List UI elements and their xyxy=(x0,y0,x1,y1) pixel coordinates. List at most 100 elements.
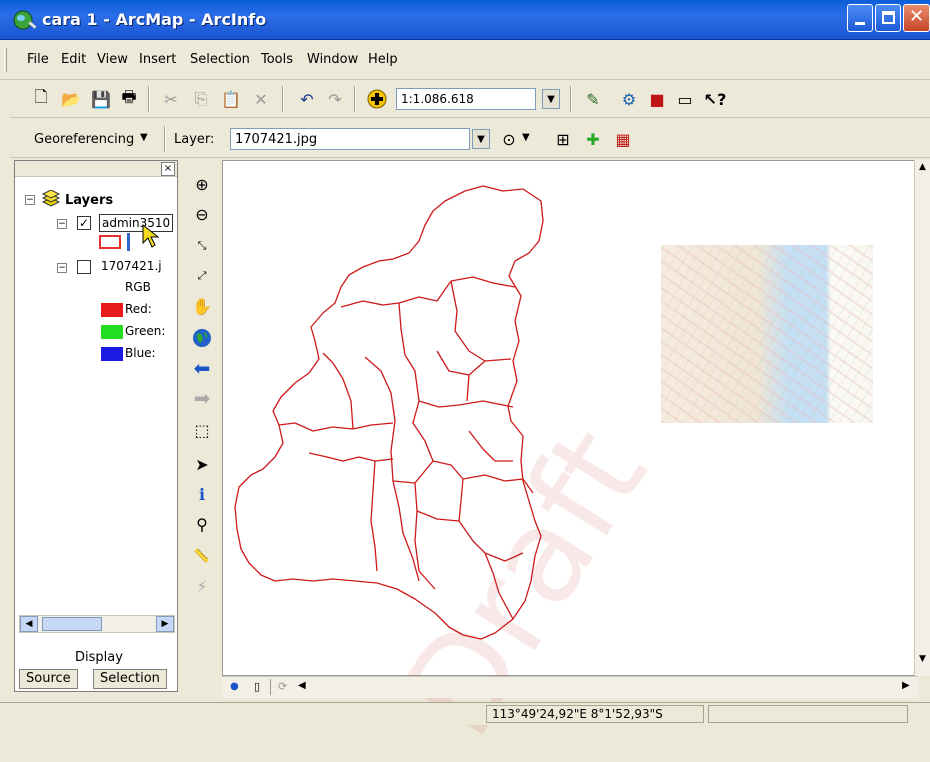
green-band-label: Green: xyxy=(125,324,166,338)
toc-close-icon[interactable]: × xyxy=(161,162,175,176)
find-binoculars-icon[interactable]: ⚲ xyxy=(190,512,214,536)
separator xyxy=(164,126,166,152)
window-title: cara 1 - ArcMap - ArcInfo xyxy=(42,10,267,29)
refresh-icon[interactable]: ⟳ xyxy=(278,680,287,693)
link-table-icon[interactable]: ▦ xyxy=(612,128,634,150)
scroll-thumb[interactable] xyxy=(42,617,102,631)
scroll-left-icon[interactable]: ◀ xyxy=(298,680,306,691)
collapse-icon[interactable]: − xyxy=(57,219,67,229)
toc-titlebar xyxy=(15,161,177,177)
scale-dropdown-icon[interactable]: ▼ xyxy=(542,89,560,109)
tab-source[interactable]: Source xyxy=(19,669,78,689)
separator xyxy=(570,86,572,112)
layer-visibility-checkbox[interactable] xyxy=(77,260,91,274)
add-data-icon[interactable] xyxy=(366,88,388,110)
blue-band-swatch xyxy=(101,347,123,361)
identify-icon[interactable]: ℹ xyxy=(190,482,214,506)
menu-tools[interactable]: Tools xyxy=(261,52,293,67)
pan-hand-icon[interactable]: ✋ xyxy=(190,294,214,318)
menu-file[interactable]: File xyxy=(27,52,49,67)
separator xyxy=(148,86,150,112)
collapse-icon[interactable]: − xyxy=(25,195,35,205)
measure-icon[interactable]: 📏 xyxy=(190,544,214,568)
fixed-zoom-in-icon[interactable]: ⤡ xyxy=(190,234,214,258)
save-icon[interactable]: 💾 xyxy=(90,88,112,110)
green-band-swatch xyxy=(101,325,123,339)
fixed-zoom-out-icon[interactable]: ⤢ xyxy=(190,264,214,288)
status-panel xyxy=(708,705,908,723)
layout-view-icon[interactable]: ▯ xyxy=(254,680,260,693)
georeferencing-toolbar: Georeferencing ▼ Layer: 1707421.jpg ▼ ⊙ … xyxy=(10,120,930,158)
map-display[interactable]: Draft xyxy=(222,160,918,762)
zoom-out-icon[interactable]: ⊖ xyxy=(190,202,214,226)
menu-help[interactable]: Help xyxy=(368,52,398,67)
close-button[interactable]: ✕ xyxy=(903,4,930,32)
menu-view[interactable]: View xyxy=(97,52,128,67)
menu-window[interactable]: Window xyxy=(307,52,358,67)
rgb-label: RGB xyxy=(125,280,151,294)
map-scale-input[interactable]: 1:1.086.618 xyxy=(396,88,536,110)
rotate-icon[interactable]: ⊙ xyxy=(498,128,520,150)
red-band-label: Red: xyxy=(125,302,152,316)
polygon-symbol[interactable] xyxy=(99,235,121,249)
hyperlink-icon[interactable]: ⚡ xyxy=(190,574,214,598)
scroll-right-icon[interactable]: ▶ xyxy=(902,680,910,691)
redo-icon[interactable]: ↷ xyxy=(324,88,346,110)
tools-toolbar: ⊕ ⊖ ⤡ ⤢ ✋ ⬅ ➡ ⬚ ➤ ℹ ⚲ 📏 ⚡ xyxy=(184,164,220,694)
full-extent-globe-icon[interactable] xyxy=(190,326,214,350)
menu-selection[interactable]: Selection xyxy=(190,52,250,67)
editor-toolbar-icon[interactable]: ✎ xyxy=(582,88,604,110)
command-line-icon[interactable]: ▭ xyxy=(674,88,696,110)
toc-horizontal-scrollbar[interactable]: ◀ ▶ xyxy=(19,615,175,633)
delete-icon[interactable]: ✕ xyxy=(250,88,272,110)
layer-label: Layer: xyxy=(174,132,215,147)
scroll-up-icon[interactable]: ▲ xyxy=(916,162,929,172)
whats-this-icon[interactable]: ↖? xyxy=(704,88,727,110)
scroll-down-icon[interactable]: ▼ xyxy=(916,654,929,664)
map-horizontal-scrollbar[interactable]: ● ▯ ⟳ ◀ ▶ xyxy=(222,676,918,698)
scroll-left-icon[interactable]: ◀ xyxy=(20,616,38,632)
cut-icon[interactable]: ✂ xyxy=(160,88,182,110)
new-document-icon[interactable]: 🗋 xyxy=(30,87,52,110)
previous-extent-icon[interactable]: ⬅ xyxy=(190,356,214,380)
zoom-in-icon[interactable]: ⊕ xyxy=(190,172,214,196)
layer-name-admin[interactable]: admin3510 xyxy=(99,214,174,232)
mouse-pointer-icon xyxy=(142,223,160,248)
maximize-button[interactable] xyxy=(875,4,901,32)
arctoolbox-icon[interactable]: ⚙ xyxy=(618,88,640,110)
copy-icon[interactable]: ⎘ xyxy=(190,88,212,110)
separator xyxy=(270,679,271,695)
text-cursor xyxy=(127,233,130,251)
table-of-contents: × − Layers − ✓ admin3510 − 1707421.j RGB… xyxy=(14,160,178,692)
cursor-coordinates: 113°49'24,92"E 8°1'52,93"S xyxy=(492,707,663,721)
data-view-icon[interactable]: ● xyxy=(230,681,239,692)
select-elements-arrow-icon[interactable]: ➤ xyxy=(190,452,214,476)
separator xyxy=(282,86,284,112)
rotate-dropdown-icon[interactable]: ▼ xyxy=(522,132,530,143)
next-extent-icon[interactable]: ➡ xyxy=(190,386,214,410)
menu-edit[interactable]: Edit xyxy=(61,52,86,67)
scroll-right-icon[interactable]: ▶ xyxy=(156,616,174,632)
undo-icon[interactable]: ↶ xyxy=(296,88,318,110)
tab-selection[interactable]: Selection xyxy=(93,669,167,689)
add-control-points-icon[interactable]: ✚ xyxy=(582,128,604,150)
minimize-button[interactable] xyxy=(847,4,873,32)
select-features-icon[interactable]: ⬚ xyxy=(190,418,214,442)
title-bar: cara 1 - ArcMap - ArcInfo ✕ xyxy=(0,0,930,40)
georeferencing-menu[interactable]: Georeferencing xyxy=(34,132,134,147)
georeferencing-dropdown-icon[interactable]: ▼ xyxy=(140,132,148,143)
toolbox-icon[interactable]: ■ xyxy=(646,88,668,110)
layer-select[interactable]: 1707421.jpg xyxy=(230,128,470,150)
menu-insert[interactable]: Insert xyxy=(139,52,176,67)
layer-name-raster[interactable]: 1707421.j xyxy=(101,259,162,273)
collapse-icon[interactable]: − xyxy=(57,263,67,273)
layer-dropdown-icon[interactable]: ▼ xyxy=(472,129,490,149)
layers-icon xyxy=(41,189,61,208)
print-icon[interactable]: 🖶 xyxy=(118,87,140,110)
layer-visibility-checkbox[interactable]: ✓ xyxy=(77,216,91,230)
map-vertical-scrollbar[interactable]: ▲ ▼ xyxy=(914,160,930,676)
open-folder-icon[interactable]: 📂 xyxy=(60,88,82,110)
fit-to-display-icon[interactable]: ⊞ xyxy=(552,128,574,150)
toc-display-label: Display xyxy=(75,650,123,665)
paste-icon[interactable]: 📋 xyxy=(220,88,242,110)
